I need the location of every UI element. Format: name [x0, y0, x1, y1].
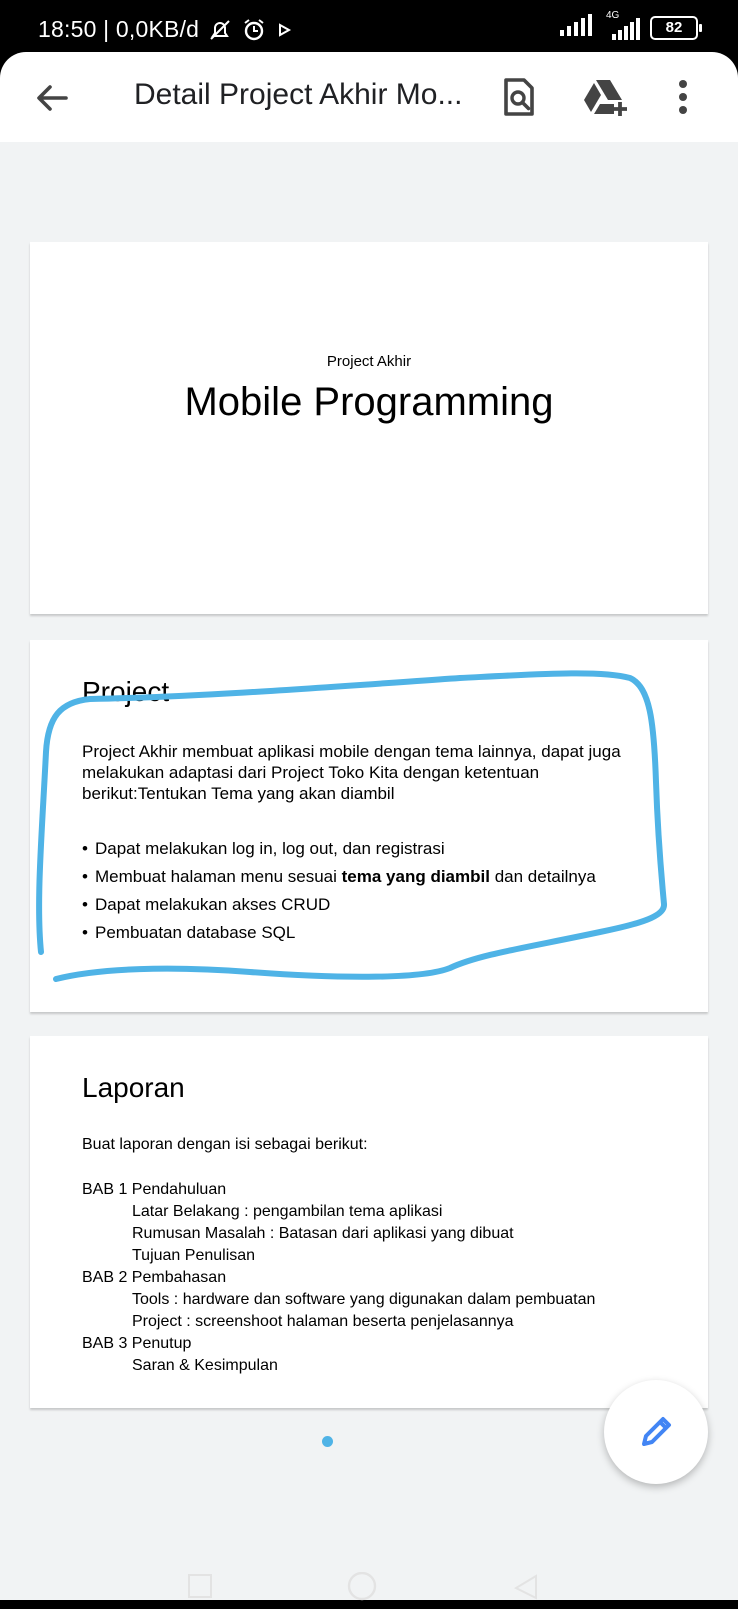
outline-item: Latar Belakang : pengambilan tema aplika… — [132, 1203, 443, 1220]
play-icon — [275, 17, 301, 43]
status-bar: 18:50 | 0,0KB/d 4G 82 — [0, 0, 738, 52]
outline-item: Tools : hardware dan software yang digun… — [132, 1291, 596, 1308]
bullet-text: Dapat melakukan log in, log out, dan reg… — [95, 839, 445, 858]
arrow-back-icon[interactable] — [30, 76, 74, 120]
bullet-text-before: Membuat halaman menu sesuai — [95, 867, 342, 886]
bullet-text: Pembuatan database SQL — [95, 923, 296, 942]
bullet-item: Dapat melakukan log in, log out, dan reg… — [82, 835, 662, 863]
slide-3[interactable]: Laporan Buat laporan dengan isi sebagai … — [30, 1036, 708, 1408]
muted-bell-icon — [207, 17, 233, 43]
bullet-text-bold: tema yang diambil — [341, 867, 490, 886]
bullet-text: Dapat melakukan akses CRUD — [95, 895, 331, 914]
outline-chapter: BAB 2 Pembahasan — [82, 1269, 227, 1286]
edit-button[interactable] — [604, 1380, 708, 1484]
app-bar: Detail Project Akhir Mo... — [0, 52, 738, 142]
slide-1[interactable]: Project Akhir Mobile Programming — [30, 242, 708, 614]
battery-indicator: 82 — [650, 15, 702, 40]
slide-title: Mobile Programming — [184, 380, 554, 424]
home-icon[interactable] — [346, 1571, 378, 1609]
document-title: Detail Project Akhir Mo... — [134, 78, 463, 111]
slide-subtitle: Project Akhir — [326, 353, 412, 370]
page-indicator-dot — [322, 1436, 333, 1447]
outline-chapter: BAB 3 Penutup — [82, 1335, 192, 1352]
slide-intro: Buat laporan dengan isi sebagai berikut: — [82, 1136, 368, 1153]
alarm-icon — [241, 17, 267, 43]
report-outline: BAB 1 Pendahuluan Latar Belakang : penga… — [82, 1179, 682, 1377]
bullet-item: Membuat halaman menu sesuai tema yang di… — [82, 863, 662, 891]
signal-4g-icon: 4G — [604, 10, 640, 40]
outline-item: Saran & Kesimpulan — [132, 1357, 278, 1374]
outline-item: Tujuan Penulisan — [132, 1247, 256, 1264]
slide-heading: Laporan — [82, 1072, 185, 1103]
bullet-text-after: dan detailnya — [489, 867, 596, 886]
time-and-speed: 18:50 | 0,0KB/d — [38, 16, 200, 42]
presentation-viewer[interactable]: Project Akhir Mobile Programming Project… — [0, 142, 738, 1601]
outline-item: Rumusan Masalah : Batasan dari aplikasi … — [132, 1225, 514, 1242]
system-nav-bar — [0, 1571, 738, 1601]
outline-chapter: BAB 1 Pendahuluan — [82, 1181, 227, 1198]
recents-icon[interactable] — [186, 1572, 214, 1605]
find-in-page-icon[interactable] — [496, 74, 542, 120]
back-nav-icon[interactable] — [512, 1572, 540, 1605]
slide-2[interactable]: Project Project Akhir membuat aplikasi m… — [30, 640, 708, 1012]
more-vert-icon[interactable] — [660, 74, 706, 120]
status-left: 18:50 | 0,0KB/d — [38, 16, 301, 43]
bullet-item: Pembuatan database SQL — [82, 919, 662, 947]
slide-heading: Project — [82, 676, 170, 707]
signal-icon — [560, 14, 594, 41]
slide-paragraph: Project Akhir membuat aplikasi mobile de… — [82, 742, 621, 803]
status-right: 4G 82 — [560, 10, 702, 41]
outline-item: Project : screenshoot halaman beserta pe… — [132, 1313, 514, 1330]
add-to-drive-icon[interactable] — [582, 74, 628, 120]
bullet-item: Dapat melakukan akses CRUD — [82, 891, 662, 919]
bullet-list: Dapat melakukan log in, log out, dan reg… — [82, 835, 662, 947]
